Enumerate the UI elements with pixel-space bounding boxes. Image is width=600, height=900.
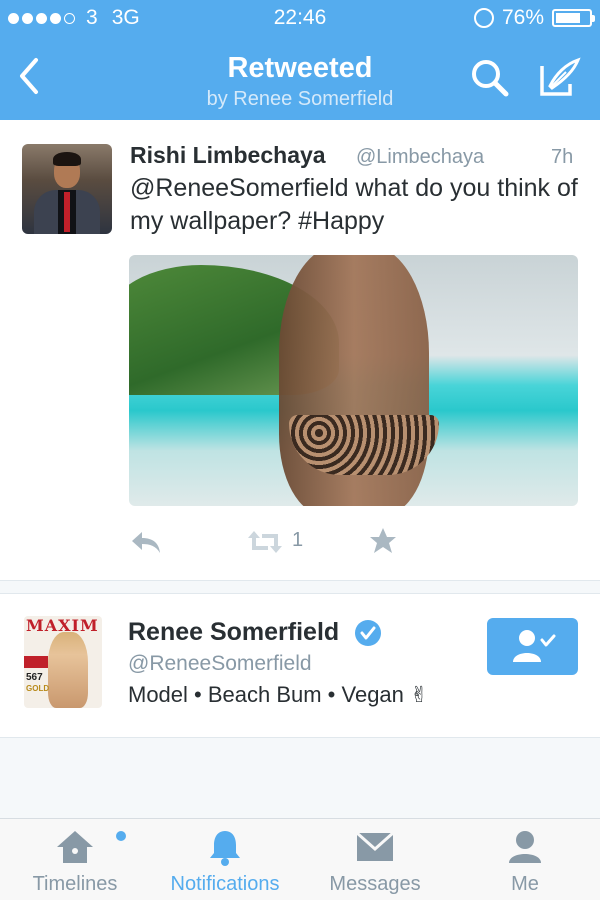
battery-icon — [552, 9, 595, 27]
tweet-photo[interactable] — [129, 255, 578, 506]
avatar-cover-gold: GOLD — [26, 684, 50, 693]
tab-messages[interactable]: Messages — [315, 819, 435, 900]
rotation-lock-icon — [473, 8, 494, 28]
profile-name[interactable]: Renee Somerfield — [128, 618, 339, 647]
new-content-dot — [116, 831, 126, 841]
bell-icon — [210, 831, 240, 866]
search-button[interactable] — [468, 56, 512, 100]
tweet-timestamp: 7h — [551, 146, 574, 168]
battery-status: 76% — [473, 6, 595, 30]
tweet-author-name[interactable]: Rishi Limbechaya — [130, 142, 326, 169]
search-icon — [472, 60, 509, 97]
tab-label: Timelines — [32, 873, 118, 895]
tab-label: Messages — [329, 873, 421, 895]
reply-button[interactable] — [130, 528, 162, 556]
tab-timelines[interactable]: Timelines — [15, 819, 135, 900]
compose-button[interactable] — [536, 56, 582, 100]
tweet-text: @ReneeSomerfield what do you think of my… — [130, 174, 578, 235]
tab-notifications[interactable]: Notifications — [160, 819, 290, 900]
tab-me[interactable]: Me — [465, 819, 585, 900]
verified-badge-icon — [355, 620, 381, 646]
tweet-author-handle[interactable]: @Limbechaya — [356, 146, 484, 169]
profile-handle: @ReneeSomerfield — [128, 652, 312, 675]
author-avatar[interactable] — [22, 144, 112, 234]
avatar-cover-number: 567 — [26, 672, 43, 683]
profile-bio: Model • Beach Bum • Vegan ✌ — [128, 682, 429, 707]
avatar-magazine-title: MAXIM — [26, 616, 99, 635]
navigation-bar: Retweeted by Renee Somerfield — [0, 40, 600, 120]
home-icon — [57, 831, 93, 863]
reply-icon — [132, 532, 160, 553]
person-icon — [509, 831, 541, 863]
tab-bar: Timelines Notifications Messages Me — [0, 818, 600, 900]
tab-label: Notifications — [170, 873, 280, 895]
favorite-button[interactable] — [368, 526, 398, 556]
battery-percent: 76% — [501, 6, 544, 29]
envelope-icon — [356, 831, 394, 861]
retweet-button[interactable] — [246, 528, 284, 556]
profile-avatar[interactable]: MAXIM 567 GOLD — [24, 616, 102, 708]
retweet-count: 1 — [292, 529, 304, 551]
compose-icon — [540, 57, 581, 96]
retweet-icon — [248, 531, 282, 553]
tab-label: Me — [511, 873, 539, 895]
section-divider — [0, 580, 600, 594]
status-bar: 3 3G 22:46 76% — [0, 0, 600, 40]
profile-card[interactable]: MAXIM 567 GOLD Renee Somerfield @ReneeSo… — [0, 594, 600, 738]
favorite-star-icon — [370, 528, 396, 553]
following-person-check-icon — [513, 630, 556, 662]
empty-space — [0, 738, 600, 818]
following-button[interactable] — [487, 618, 578, 675]
